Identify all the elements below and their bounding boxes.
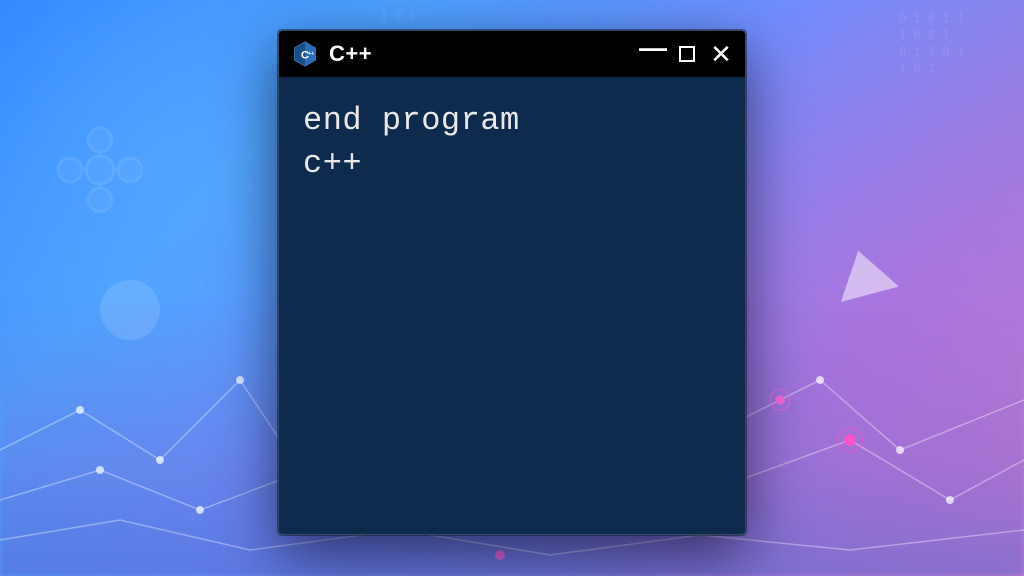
svg-text:++: ++ [308, 51, 314, 57]
close-button[interactable]: ✕ [709, 42, 733, 66]
code-line-1: end program [303, 99, 721, 142]
minimize-icon: — [639, 34, 667, 62]
close-icon: ✕ [710, 41, 732, 67]
titlebar-left: C ++ C++ [291, 40, 641, 68]
background-circle [100, 280, 160, 340]
titlebar[interactable]: C ++ C++ — ✕ [279, 31, 745, 77]
cpp-icon: C ++ [291, 40, 319, 68]
background-molecule-shape [40, 110, 160, 230]
terminal-content[interactable]: end program c++ [279, 77, 745, 534]
maximize-icon [679, 46, 695, 62]
maximize-button[interactable] [675, 42, 699, 66]
terminal-window: C ++ C++ — ✕ end program c++ [278, 30, 746, 535]
code-line-2: c++ [303, 142, 721, 185]
minimize-button[interactable]: — [641, 36, 665, 60]
window-title: C++ [329, 41, 372, 67]
background-binary-digits: 0 1 0 1 1 1 0 0 1 0 1 1 0 1 1 0 1 [899, 10, 964, 77]
window-controls: — ✕ [641, 42, 733, 66]
